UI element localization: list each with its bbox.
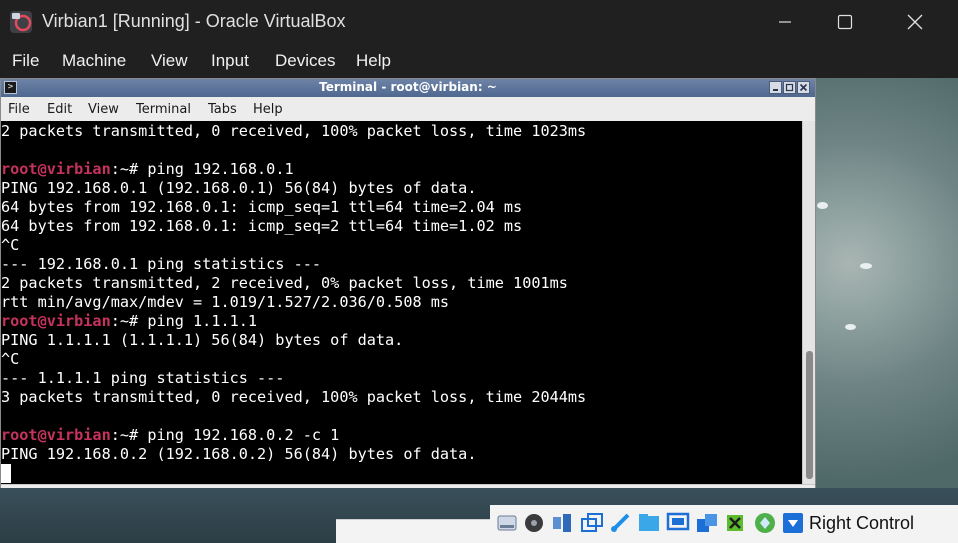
terminal-output-line: 3 packets transmitted, 0 received, 100% … xyxy=(1,388,587,406)
maximize-icon xyxy=(837,14,853,30)
wallpaper-dot xyxy=(860,263,872,269)
terminal-menu-view[interactable]: View xyxy=(88,102,119,117)
terminal-output[interactable]: 2 packets transmitted, 0 received, 100% … xyxy=(1,121,802,484)
shell-command: ping 192.168.0.1 xyxy=(147,160,294,178)
usb-icon[interactable] xyxy=(608,511,632,535)
terminal-output-line: PING 1.1.1.1 (1.1.1.1) 56(84) bytes of d… xyxy=(1,331,404,349)
shell-prompt: root@virbian xyxy=(1,312,111,330)
minimize-icon xyxy=(773,89,778,91)
terminal-menu-terminal[interactable]: Terminal xyxy=(136,102,191,117)
menu-devices[interactable]: Devices xyxy=(275,51,335,71)
menu-help[interactable]: Help xyxy=(356,51,391,71)
terminal-menu-file[interactable]: File xyxy=(8,102,30,117)
host-menu-bar: File Machine View Input Devices Help xyxy=(0,44,958,78)
minimize-icon xyxy=(779,21,791,23)
shell-prompt: root@virbian xyxy=(1,160,111,178)
cpu-icon[interactable] xyxy=(723,511,747,535)
terminal-menu-edit[interactable]: Edit xyxy=(47,102,72,117)
terminal-output-line: PING 192.168.0.2 (192.168.0.2) 56(84) by… xyxy=(1,445,477,463)
shell-command: ping 1.1.1.1 xyxy=(147,312,258,330)
terminal-output-line: ^C xyxy=(1,236,20,254)
terminal-output-line: rtt min/avg/max/mdev = 1.019/1.527/2.036… xyxy=(1,293,450,311)
terminal-bottom-border xyxy=(1,484,815,488)
scrollbar-thumb[interactable] xyxy=(806,351,813,479)
close-icon xyxy=(907,14,923,30)
video-capture-icon[interactable] xyxy=(695,511,719,535)
terminal-output-line: --- 192.168.0.1 ping statistics --- xyxy=(1,255,322,273)
terminal-menu-tabs[interactable]: Tabs xyxy=(208,102,237,117)
terminal-command-line: root@virbian:~# ping 1.1.1.1 xyxy=(1,312,257,331)
terminal-title-bar[interactable]: > Terminal - root@virbian: ~ xyxy=(1,79,815,97)
close-button[interactable] xyxy=(886,0,944,44)
wallpaper-dot xyxy=(817,202,828,209)
prompt-suffix: :~# xyxy=(110,160,148,178)
terminal-cursor xyxy=(1,464,11,483)
guest-display[interactable]: > Terminal - root@virbian: ~ File Edit V… xyxy=(0,78,958,543)
terminal-command-line: root@virbian:~# ping 192.168.0.1 xyxy=(1,160,294,179)
optical-disk-icon[interactable] xyxy=(522,511,546,535)
terminal-output-line: --- 1.1.1.1 ping statistics --- xyxy=(1,369,285,387)
menu-file[interactable]: File xyxy=(12,51,39,71)
minimize-button[interactable] xyxy=(756,0,814,44)
terminal-window[interactable]: > Terminal - root@virbian: ~ File Edit V… xyxy=(0,78,816,488)
maximize-button[interactable] xyxy=(816,0,874,44)
terminal-minimize-button[interactable] xyxy=(769,81,782,94)
host-key-label: Right Control xyxy=(809,513,915,533)
shared-folders-icon[interactable] xyxy=(637,511,661,535)
keyboard-capture-icon[interactable] xyxy=(781,511,805,535)
terminal-output-line: 64 bytes from 192.168.0.1: icmp_seq=2 tt… xyxy=(1,217,523,235)
terminal-scrollbar[interactable] xyxy=(802,121,815,484)
terminal-output-line: ^C xyxy=(1,350,20,368)
shell-prompt: root@virbian xyxy=(1,426,111,444)
terminal-output-line: PING 192.168.0.1 (192.168.0.1) 56(84) by… xyxy=(1,179,477,197)
menu-view[interactable]: View xyxy=(151,51,188,71)
menu-input[interactable]: Input xyxy=(211,51,249,71)
virtualbox-icon[interactable] xyxy=(9,10,33,34)
wallpaper-dot xyxy=(845,324,856,330)
terminal-title: Terminal - root@virbian: ~ xyxy=(319,80,497,94)
menu-machine[interactable]: Machine xyxy=(62,51,126,71)
terminal-menu-bar: File Edit View Terminal Tabs Help xyxy=(1,97,815,121)
storage-icon[interactable] xyxy=(495,511,519,535)
terminal-command-line: root@virbian:~# ping 192.168.0.2 -c 1 xyxy=(1,426,339,445)
prompt-suffix: :~# xyxy=(110,426,148,444)
mouse-integration-icon[interactable] xyxy=(753,511,777,535)
terminal-output-line: 2 packets transmitted, 2 received, 0% pa… xyxy=(1,274,568,292)
shell-command: ping 192.168.0.2 -c 1 xyxy=(147,426,340,444)
display-icon[interactable] xyxy=(666,511,690,535)
terminal-output-line: 2 packets transmitted, 0 received, 100% … xyxy=(1,122,587,140)
terminal-close-button[interactable] xyxy=(797,81,810,94)
terminal-menu-help[interactable]: Help xyxy=(253,102,283,117)
terminal-maximize-button[interactable] xyxy=(783,81,796,94)
vm-status-bar: Right Control xyxy=(490,505,958,543)
prompt-suffix: :~# xyxy=(110,312,148,330)
close-icon xyxy=(799,83,808,92)
maximize-icon xyxy=(785,83,794,92)
network-icon[interactable] xyxy=(580,511,604,535)
terminal-output-line: 64 bytes from 192.168.0.1: icmp_seq=1 tt… xyxy=(1,198,523,216)
window-title: Virbian1 [Running] - Oracle VirtualBox xyxy=(42,11,346,31)
host-title-bar: Virbian1 [Running] - Oracle VirtualBox xyxy=(0,0,958,44)
audio-icon[interactable] xyxy=(550,511,574,535)
